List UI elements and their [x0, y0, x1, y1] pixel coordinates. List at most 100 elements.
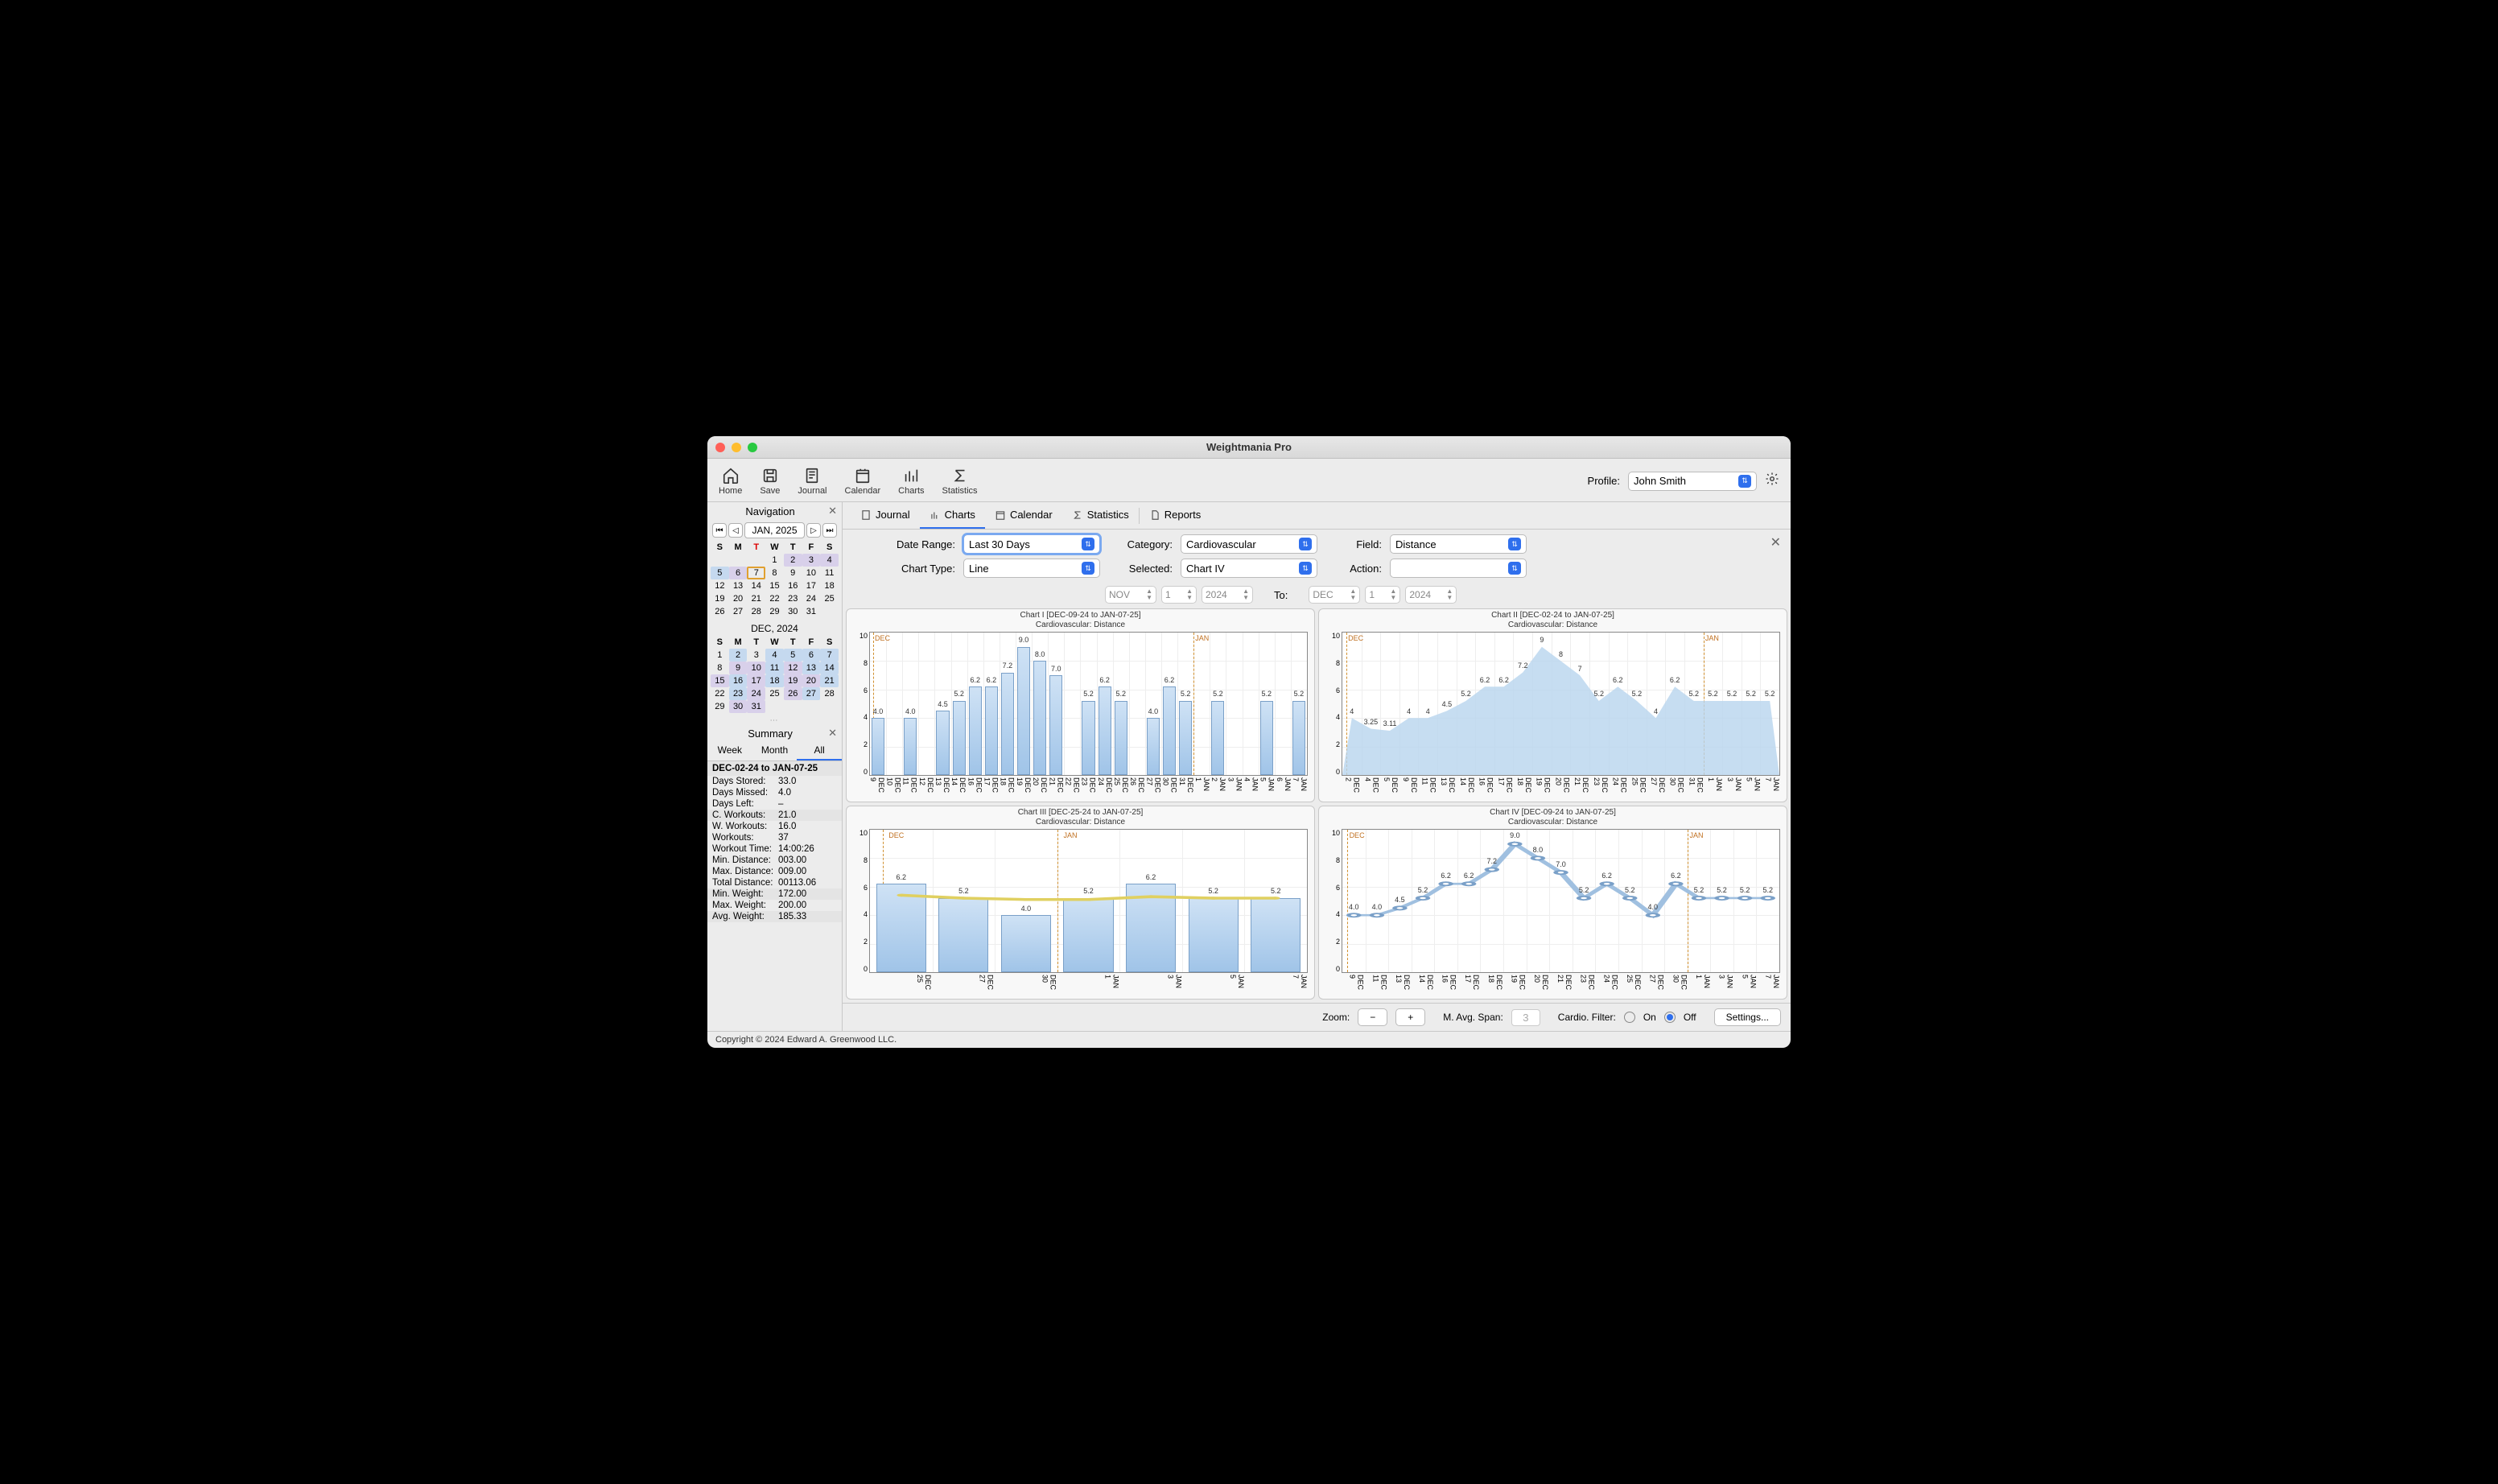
- nav-prev[interactable]: ◁: [728, 523, 743, 538]
- charts-button[interactable]: Charts: [898, 467, 924, 496]
- calendar-day[interactable]: 10: [802, 567, 821, 579]
- calendar-day[interactable]: 21: [820, 674, 839, 687]
- calendar-day[interactable]: 5: [711, 567, 729, 579]
- tab-charts[interactable]: Charts: [920, 502, 985, 529]
- close-filters[interactable]: ✕: [1770, 534, 1781, 550]
- nav-next[interactable]: ▷: [806, 523, 821, 538]
- calendar-day[interactable]: 3: [802, 554, 821, 567]
- calendar-day[interactable]: 27: [729, 605, 748, 618]
- calendar-day[interactable]: 22: [711, 687, 729, 700]
- calendar-day[interactable]: 26: [784, 687, 802, 700]
- calendar-day[interactable]: 14: [820, 662, 839, 674]
- close-summary[interactable]: ✕: [828, 727, 837, 740]
- nav-last[interactable]: ⏭: [822, 523, 837, 538]
- calendar-day[interactable]: 16: [784, 579, 802, 592]
- calendar-day[interactable]: 29: [765, 605, 784, 618]
- calendar-day[interactable]: 19: [711, 592, 729, 605]
- calendar-day[interactable]: 7: [820, 649, 839, 662]
- chart2[interactable]: Chart II [DEC-02-24 to JAN-07-25]Cardiov…: [1318, 608, 1787, 802]
- calendar-day[interactable]: 8: [765, 567, 784, 579]
- home-button[interactable]: Home: [719, 467, 742, 496]
- calendar-day[interactable]: 10: [747, 662, 765, 674]
- save-button[interactable]: Save: [760, 467, 780, 496]
- calendar-day[interactable]: 14: [747, 579, 765, 592]
- calendar-day[interactable]: 11: [820, 567, 839, 579]
- statistics-button[interactable]: Statistics: [942, 467, 978, 496]
- close-navigation[interactable]: ✕: [828, 505, 837, 517]
- cardio-filter-on-radio[interactable]: [1624, 1012, 1635, 1023]
- to-year-stepper[interactable]: 2024▲▼: [1405, 586, 1457, 604]
- calendar-day[interactable]: 9: [784, 567, 802, 579]
- calendar-day[interactable]: 30: [784, 605, 802, 618]
- calendar-day[interactable]: 2: [729, 649, 748, 662]
- calendar-day[interactable]: 21: [747, 592, 765, 605]
- mavg-span-input[interactable]: [1511, 1009, 1540, 1026]
- tab-reports[interactable]: Reports: [1140, 502, 1211, 529]
- field-select[interactable]: Distance⇅: [1390, 534, 1527, 554]
- calendar-day[interactable]: 4: [765, 649, 784, 662]
- tab-statistics[interactable]: Statistics: [1062, 502, 1139, 529]
- calendar-day[interactable]: 25: [765, 687, 784, 700]
- calendar-day[interactable]: 23: [784, 592, 802, 605]
- cardio-filter-off-radio[interactable]: [1664, 1012, 1676, 1023]
- chart1[interactable]: Chart I [DEC-09-24 to JAN-07-25]Cardiova…: [846, 608, 1315, 802]
- calendar-day[interactable]: 15: [711, 674, 729, 687]
- calendar-day[interactable]: 31: [747, 700, 765, 713]
- calendar-day[interactable]: 3: [747, 649, 765, 662]
- calendar-day[interactable]: 12: [784, 662, 802, 674]
- calendar-day[interactable]: 22: [765, 592, 784, 605]
- calendar-day[interactable]: 23: [729, 687, 748, 700]
- to-day-stepper[interactable]: 1▲▼: [1365, 586, 1400, 604]
- calendar-day[interactable]: 30: [729, 700, 748, 713]
- profile-select[interactable]: John Smith ⇅: [1628, 472, 1757, 491]
- zoom-out-button[interactable]: −: [1358, 1008, 1387, 1026]
- calendar-day[interactable]: 1: [711, 649, 729, 662]
- calendar-day[interactable]: 17: [802, 579, 821, 592]
- nav-first[interactable]: ⏮: [712, 523, 727, 538]
- category-select[interactable]: Cardiovascular⇅: [1181, 534, 1317, 554]
- calendar-day[interactable]: 29: [711, 700, 729, 713]
- journal-button[interactable]: Journal: [798, 467, 826, 496]
- action-select[interactable]: ⇅: [1390, 559, 1527, 578]
- calendar-day[interactable]: 28: [747, 605, 765, 618]
- calendar-day[interactable]: 18: [765, 674, 784, 687]
- calendar-day[interactable]: 24: [747, 687, 765, 700]
- summary-tab-all[interactable]: All: [797, 741, 842, 761]
- calendar-day[interactable]: 7: [747, 567, 765, 579]
- calendar-day[interactable]: 20: [729, 592, 748, 605]
- zoom-in-button[interactable]: +: [1395, 1008, 1425, 1026]
- calendar-day[interactable]: 19: [784, 674, 802, 687]
- nav-month[interactable]: JAN, 2025: [744, 522, 805, 538]
- close-window[interactable]: [715, 443, 725, 452]
- calendar-day[interactable]: 26: [711, 605, 729, 618]
- tab-calendar[interactable]: Calendar: [985, 502, 1062, 529]
- summary-tab-month[interactable]: Month: [752, 741, 798, 761]
- calendar-day[interactable]: 1: [765, 554, 784, 567]
- calendar-day[interactable]: 5: [784, 649, 802, 662]
- summary-tab-week[interactable]: Week: [707, 741, 752, 761]
- calendar-day[interactable]: 24: [802, 592, 821, 605]
- calendar-day[interactable]: 6: [729, 567, 748, 579]
- calendar-day[interactable]: 25: [820, 592, 839, 605]
- calendar-button[interactable]: Calendar: [845, 467, 881, 496]
- date-range-select[interactable]: Last 30 Days⇅: [963, 534, 1100, 554]
- chart3[interactable]: Chart III [DEC-25-24 to JAN-07-25]Cardio…: [846, 806, 1315, 1000]
- calendar-day[interactable]: 2: [784, 554, 802, 567]
- calendar-day[interactable]: 8: [711, 662, 729, 674]
- calendar-day[interactable]: 13: [729, 579, 748, 592]
- calendar-day[interactable]: 20: [802, 674, 821, 687]
- from-day-stepper[interactable]: 1▲▼: [1161, 586, 1197, 604]
- maximize-window[interactable]: [748, 443, 757, 452]
- calendar-day[interactable]: 15: [765, 579, 784, 592]
- to-month-stepper[interactable]: DEC▲▼: [1309, 586, 1360, 604]
- minimize-window[interactable]: [732, 443, 741, 452]
- calendar-day[interactable]: 9: [729, 662, 748, 674]
- calendar-day[interactable]: 27: [802, 687, 821, 700]
- settings-gear-button[interactable]: [1765, 472, 1779, 490]
- calendar-day[interactable]: 13: [802, 662, 821, 674]
- chart4[interactable]: Chart IV [DEC-09-24 to JAN-07-25]Cardiov…: [1318, 806, 1787, 1000]
- from-year-stepper[interactable]: 2024▲▼: [1202, 586, 1253, 604]
- calendar-day[interactable]: 31: [802, 605, 821, 618]
- calendar-day[interactable]: 4: [820, 554, 839, 567]
- calendar-day[interactable]: 6: [802, 649, 821, 662]
